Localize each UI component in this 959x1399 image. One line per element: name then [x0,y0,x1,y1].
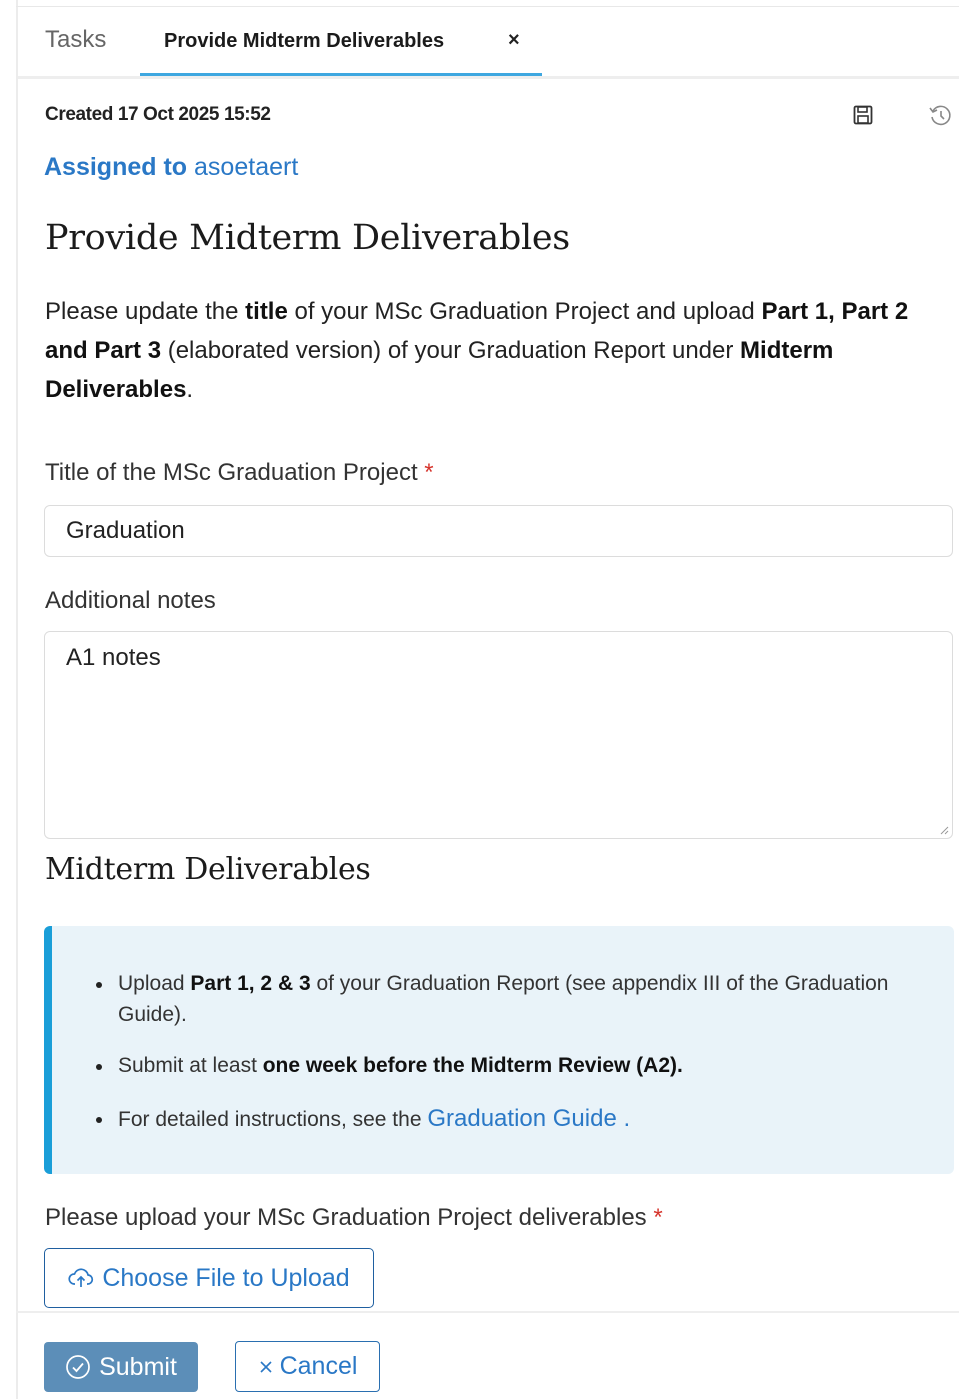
info-item-instructions: For detailed instructions, see the Gradu… [88,1103,948,1135]
info-item-2-bold: one week before the Midterm Review (A2). [262,1054,683,1077]
intro-text-4: . [186,376,194,403]
upload-field-label: Please upload your MSc Graduation Projec… [45,1204,663,1232]
active-tab-indicator [140,73,542,76]
cancel-button[interactable]: Cancel [235,1341,380,1392]
intro-text-2: of your MSc Graduation Project and uploa… [287,298,762,325]
created-timestamp: Created 17 Oct 2025 15:52 [45,104,271,125]
info-callout: Upload Part 1, 2 & 3 of your Graduation … [44,926,954,1174]
info-item-2-text: Submit at least [118,1054,263,1077]
cloud-upload-icon [68,1268,94,1287]
info-item-3-trailing: . [616,1105,631,1132]
page-title: Provide Midterm Deliverables [45,218,570,258]
choose-file-label: Choose File to Upload [102,1263,350,1292]
tab-close-icon[interactable]: × [508,29,520,52]
intro-bold-title: title [245,298,288,325]
title-field-label: Title of the MSc Graduation Project * [45,459,434,487]
top-border [16,6,959,7]
tab-tasks[interactable]: Tasks [45,26,106,54]
info-item-1-bold: Part 1, 2 & 3 [190,972,311,995]
assigned-to: Assigned to asoetaert [44,153,298,182]
task-description: Please update the title of your MSc Grad… [45,292,950,409]
intro-text-1: Please update the [45,298,246,325]
footer-divider [16,1311,959,1313]
project-title-input[interactable]: Graduation [44,505,953,557]
graduation-guide-link[interactable]: Graduation Guide [427,1105,616,1132]
section-title-midterm-deliverables: Midterm Deliverables [45,852,371,887]
title-field-label-text: Title of the MSc Graduation Project [45,459,418,486]
assignee-link[interactable]: asoetaert [194,153,298,181]
assigned-label: Assigned to [44,153,188,181]
info-item-1-text-1: Upload [118,972,191,995]
info-list: Upload Part 1, 2 & 3 of your Graduation … [88,968,948,1135]
submit-label: Submit [99,1352,177,1381]
resize-handle-icon[interactable] [939,825,949,835]
save-icon[interactable] [852,104,874,126]
choose-file-button[interactable]: Choose File to Upload [44,1248,374,1308]
additional-notes-textarea[interactable]: A1 notes [44,631,953,839]
info-item-upload: Upload Part 1, 2 & 3 of your Graduation … [88,968,948,1030]
tab-bar: Tasks Provide Midterm Deliverables × [18,8,959,79]
info-item-3-text: For detailed instructions, see the [118,1108,428,1131]
notes-field-label: Additional notes [45,587,216,614]
history-icon[interactable] [928,104,952,128]
upload-field-label-text: Please upload your MSc Graduation Projec… [45,1204,647,1231]
intro-text-3: (elaborated version) of your Graduation … [161,337,741,364]
close-icon [260,1360,272,1373]
info-item-deadline: Submit at least one week before the Midt… [88,1050,948,1081]
tab-provide-midterm-deliverables[interactable]: Provide Midterm Deliverables [164,30,444,53]
left-border [16,0,18,1399]
cancel-label: Cancel [279,1352,358,1380]
tab-bar-divider [18,76,959,79]
notes-value: A1 notes [66,644,161,671]
required-marker: * [424,459,434,486]
required-marker: * [653,1204,663,1231]
check-circle-icon [66,1355,90,1379]
submit-button[interactable]: Submit [44,1342,198,1392]
